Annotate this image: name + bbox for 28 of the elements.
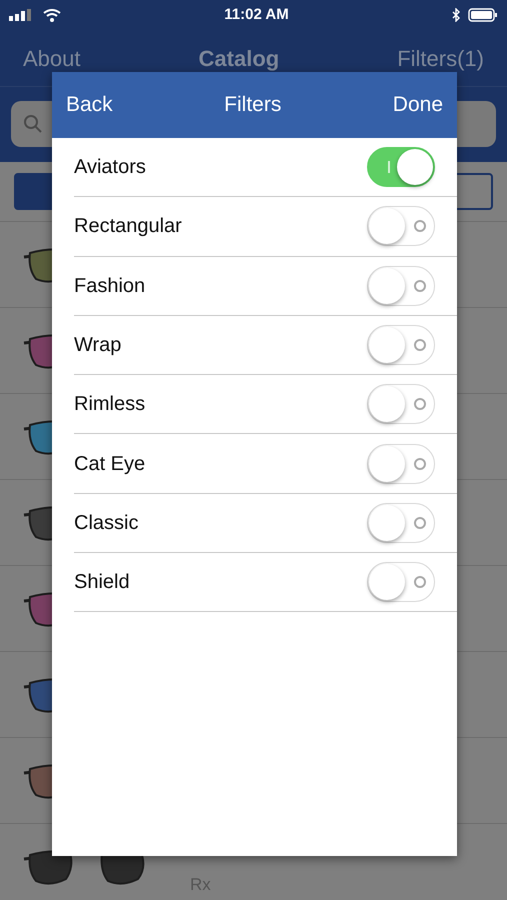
toggle-switch[interactable] (367, 384, 435, 424)
toggle-switch[interactable] (367, 502, 435, 543)
filter-label: Fashion (74, 274, 146, 299)
done-button[interactable]: Done (392, 89, 443, 121)
dialog-title: Filters (224, 92, 282, 118)
filter-label: Shield (74, 570, 130, 596)
filter-label: Rectangular (74, 214, 182, 240)
signal-icon (9, 9, 33, 21)
nav-title: Catalog (198, 44, 280, 73)
about-link[interactable]: About (23, 42, 80, 74)
toggle-switch[interactable] (367, 206, 435, 246)
wifi-icon (43, 8, 61, 22)
filter-label: Aviators (74, 155, 146, 180)
toggle-switch[interactable] (367, 444, 435, 484)
filters-link[interactable]: Filters(1) (397, 42, 484, 74)
filter-label: Classic (74, 510, 138, 536)
filter-label: Wrap (74, 333, 122, 358)
toggle-switch[interactable] (367, 266, 435, 306)
toggle-switch[interactable] (367, 325, 435, 366)
toggle-switch[interactable] (367, 562, 435, 602)
filter-label: Rimless (74, 392, 146, 418)
search-icon (23, 114, 43, 134)
back-button[interactable]: Back (66, 89, 113, 121)
clock: 11:02 AM (224, 4, 289, 25)
battery-icon (468, 8, 498, 22)
bluetooth-icon (452, 8, 460, 22)
toggle-switch[interactable] (367, 147, 435, 188)
filter-label: Cat Eye (74, 452, 146, 477)
